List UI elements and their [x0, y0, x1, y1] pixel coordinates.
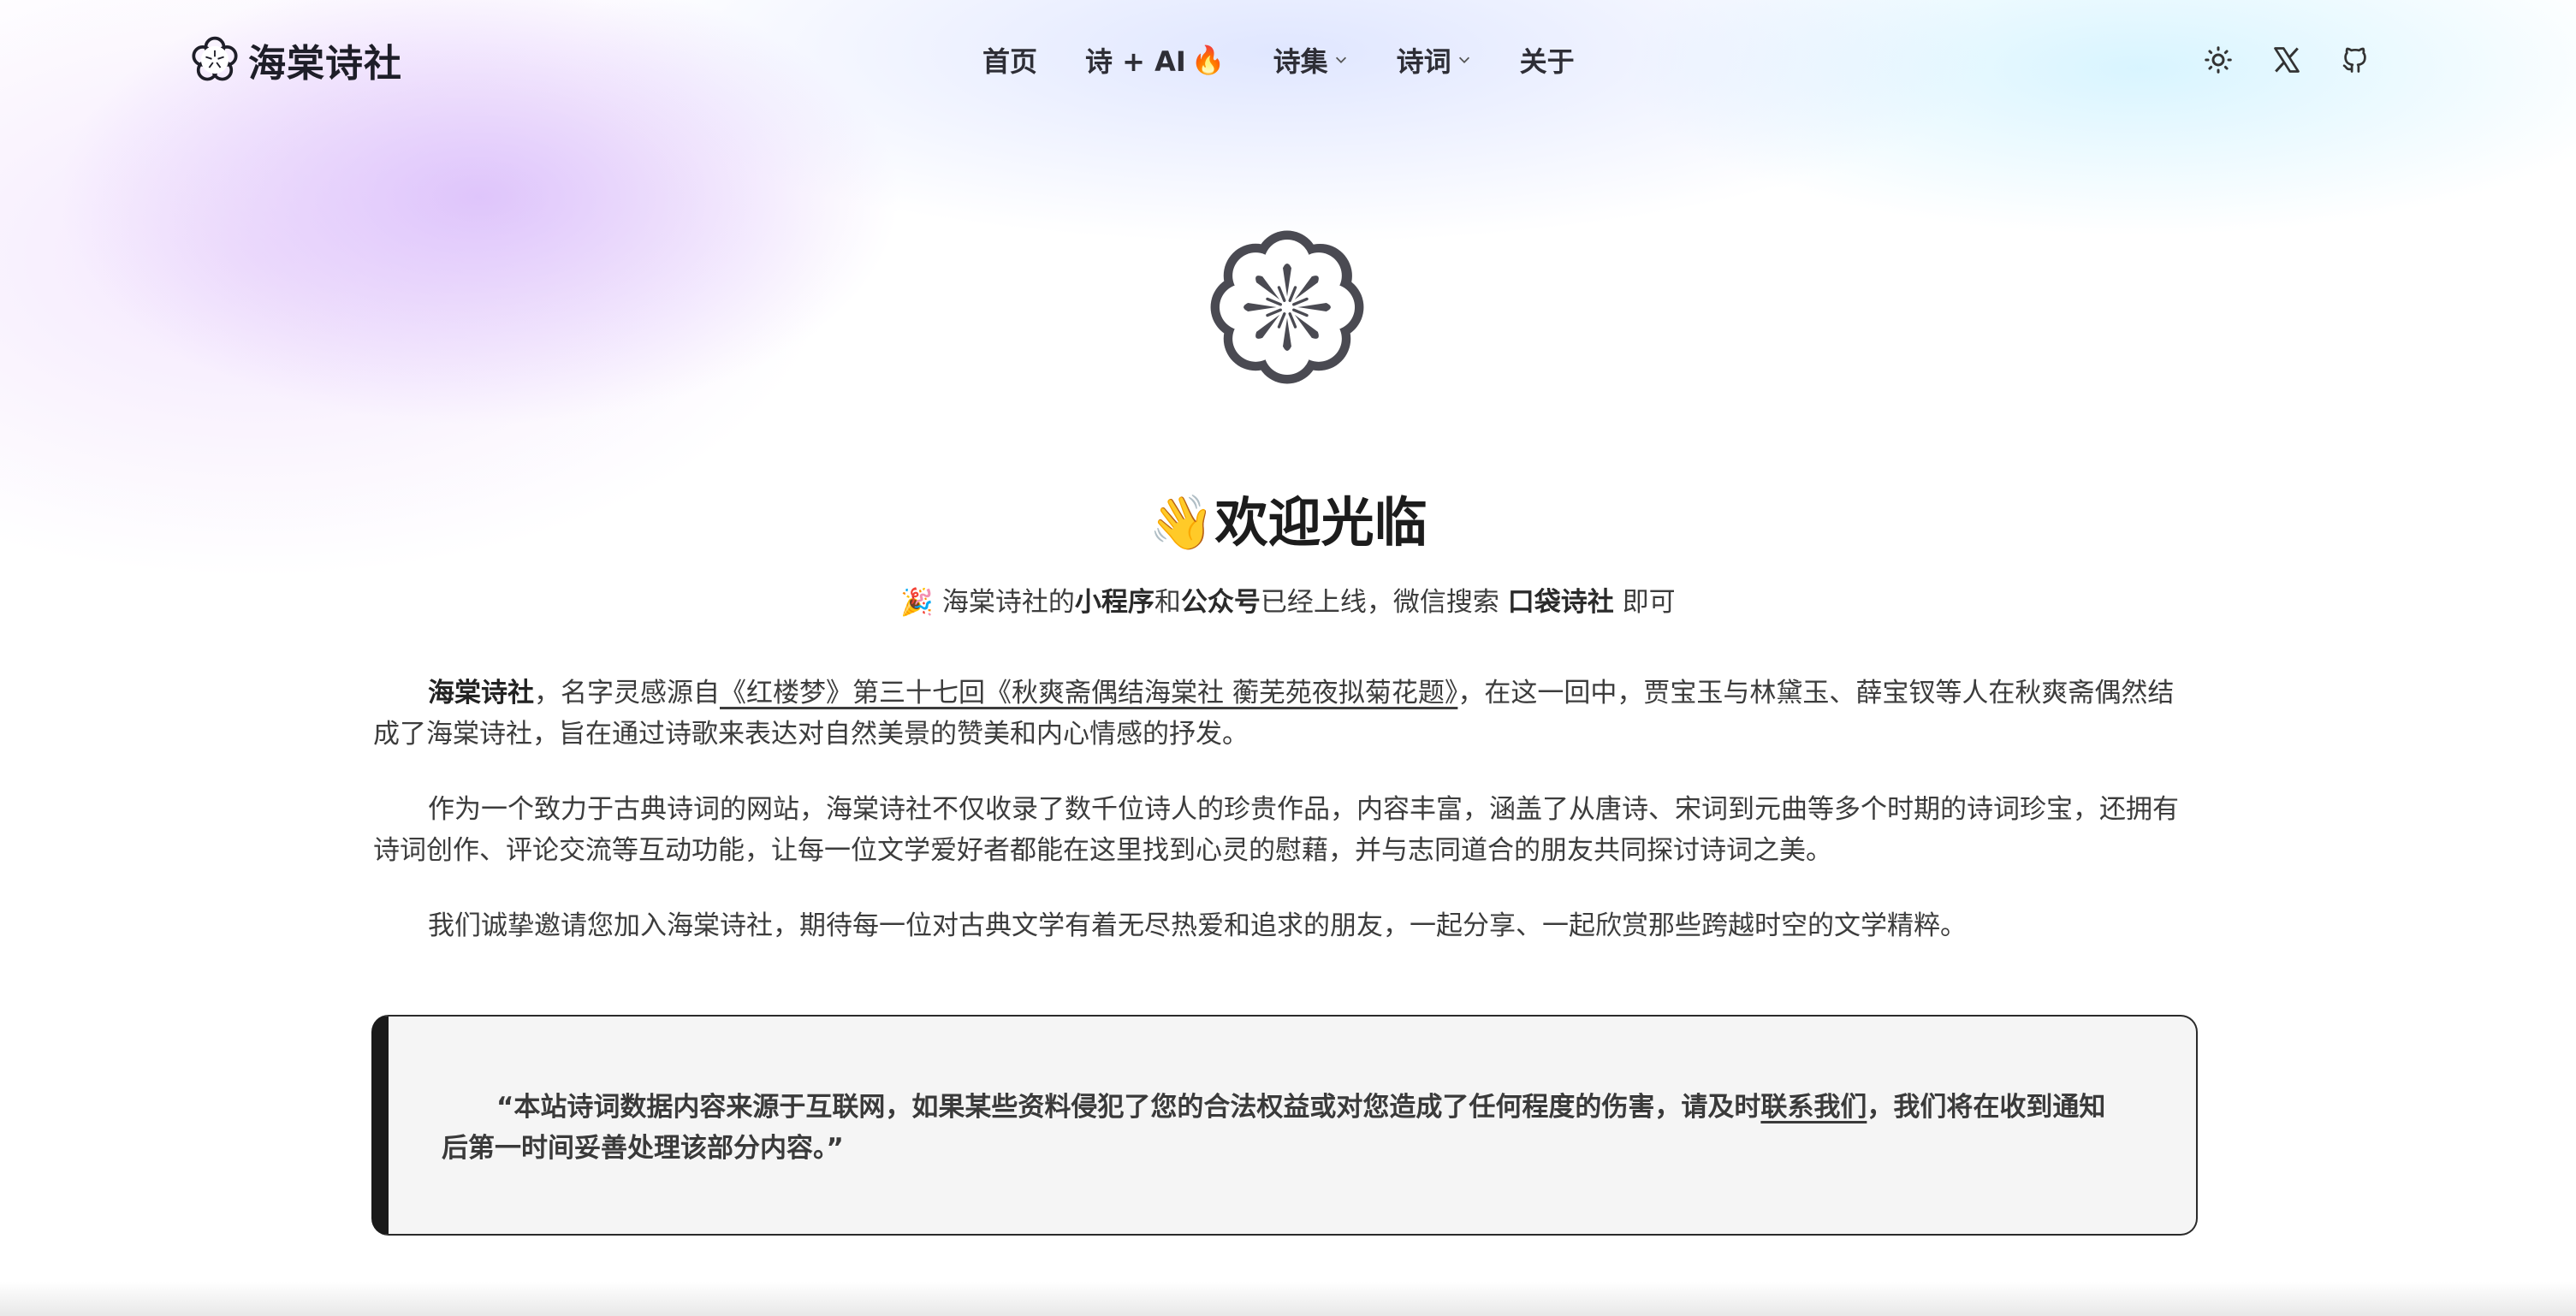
- announce-official-account: 公众号: [1180, 587, 1261, 618]
- nav-home[interactable]: 首页: [982, 40, 1037, 80]
- main-nav: 首页 诗 + AI 🔥 诗集 诗词 关于: [982, 39, 1575, 80]
- begonia-flower-icon: [1210, 230, 1364, 384]
- welcome-heading: 👋欢迎光临: [0, 479, 2576, 556]
- github-icon: [2342, 47, 2366, 73]
- nav-poems-label: 诗词: [1396, 45, 1451, 78]
- nav-poetry-ai[interactable]: 诗 + AI 🔥: [1085, 40, 1226, 80]
- contact-us-link[interactable]: 联系我们: [1760, 1092, 1867, 1123]
- hongloumeng-link[interactable]: 《红楼梦》第三十七回《秋爽斋偶结海棠社 蘅芜苑夜拟菊花题》: [720, 678, 1457, 708]
- announce-text-2: 和: [1154, 587, 1181, 618]
- welcome-text: 欢迎光临: [1214, 491, 1427, 554]
- about-paragraph-1: 海棠诗社，名字灵感源自《红楼梦》第三十七回《秋爽斋偶结海棠社 蘅芜苑夜拟菊花题》…: [373, 673, 2187, 755]
- nav-collections[interactable]: 诗集: [1273, 40, 1349, 80]
- about-paragraph-2: 作为一个致力于古典诗词的网站，海棠诗社不仅收录了数千位诗人的珍贵作品，内容丰富，…: [373, 794, 2179, 866]
- announce-mini-program: 小程序: [1074, 587, 1154, 618]
- theme-toggle-button[interactable]: [2203, 44, 2234, 75]
- github-link[interactable]: [2340, 44, 2371, 75]
- chevron-down-icon: [1335, 56, 1346, 63]
- about-content: 海棠诗社，名字灵感源自《红楼梦》第三十七回《秋爽斋偶结海棠社 蘅芜苑夜拟菊花题》…: [373, 673, 2187, 981]
- nav-about-label: 关于: [1519, 45, 1575, 78]
- about-p1-before-link: ，名字灵感源自: [534, 678, 720, 708]
- announce-text-3: 已经上线，微信搜索: [1260, 587, 1508, 618]
- chevron-down-icon: [1458, 56, 1469, 63]
- announce-text-1: 海棠诗社的: [941, 587, 1075, 618]
- x-icon: [2274, 47, 2300, 73]
- nav-collections-label: 诗集: [1273, 45, 1328, 78]
- site-logo[interactable]: 海棠诗社: [188, 33, 402, 87]
- nav-about[interactable]: 关于: [1520, 40, 1575, 80]
- begonia-logo-icon: [192, 36, 238, 81]
- waving-hand-icon: 👋: [1149, 491, 1215, 554]
- nav-poetry-ai-label: 诗 + AI: [1085, 45, 1186, 78]
- announce-text-4: 即可: [1613, 587, 1676, 618]
- header: 海棠诗社 首页 诗 + AI 🔥 诗集 诗词 关于: [0, 0, 2576, 120]
- notice-before-link: “本站诗词数据内容来源于互联网，如果某些资料侵犯了您的合法权益或对您造成了任何程…: [496, 1092, 1761, 1123]
- announce-search-term: 口袋诗社: [1507, 587, 1614, 618]
- party-popper-icon: 🎉: [900, 587, 935, 618]
- x-twitter-link[interactable]: [2271, 44, 2302, 75]
- about-paragraph-3: 我们诚挚邀请您加入海棠诗社，期待每一位对古典文学有着无尽热爱和追求的朋友，一起分…: [428, 910, 1967, 941]
- bottom-shade: [0, 1282, 2576, 1316]
- fire-icon: 🔥: [1190, 44, 1226, 76]
- site-name: 海棠诗社: [248, 42, 402, 86]
- header-actions: [2203, 39, 2371, 80]
- sun-icon: [2205, 46, 2232, 74]
- notice-quote: “本站诗词数据内容来源于互联网，如果某些资料侵犯了您的合法权益或对您造成了任何程…: [442, 1087, 2128, 1169]
- copyright-notice: “本站诗词数据内容来源于互联网，如果某些资料侵犯了您的合法权益或对您造成了任何程…: [371, 1015, 2198, 1236]
- nav-home-label: 首页: [982, 45, 1038, 78]
- about-site-name: 海棠诗社: [428, 678, 534, 708]
- announcement: 🎉 海棠诗社的小程序和公众号已经上线，微信搜索 口袋诗社 即可: [0, 580, 2576, 619]
- nav-poems[interactable]: 诗词: [1397, 40, 1472, 80]
